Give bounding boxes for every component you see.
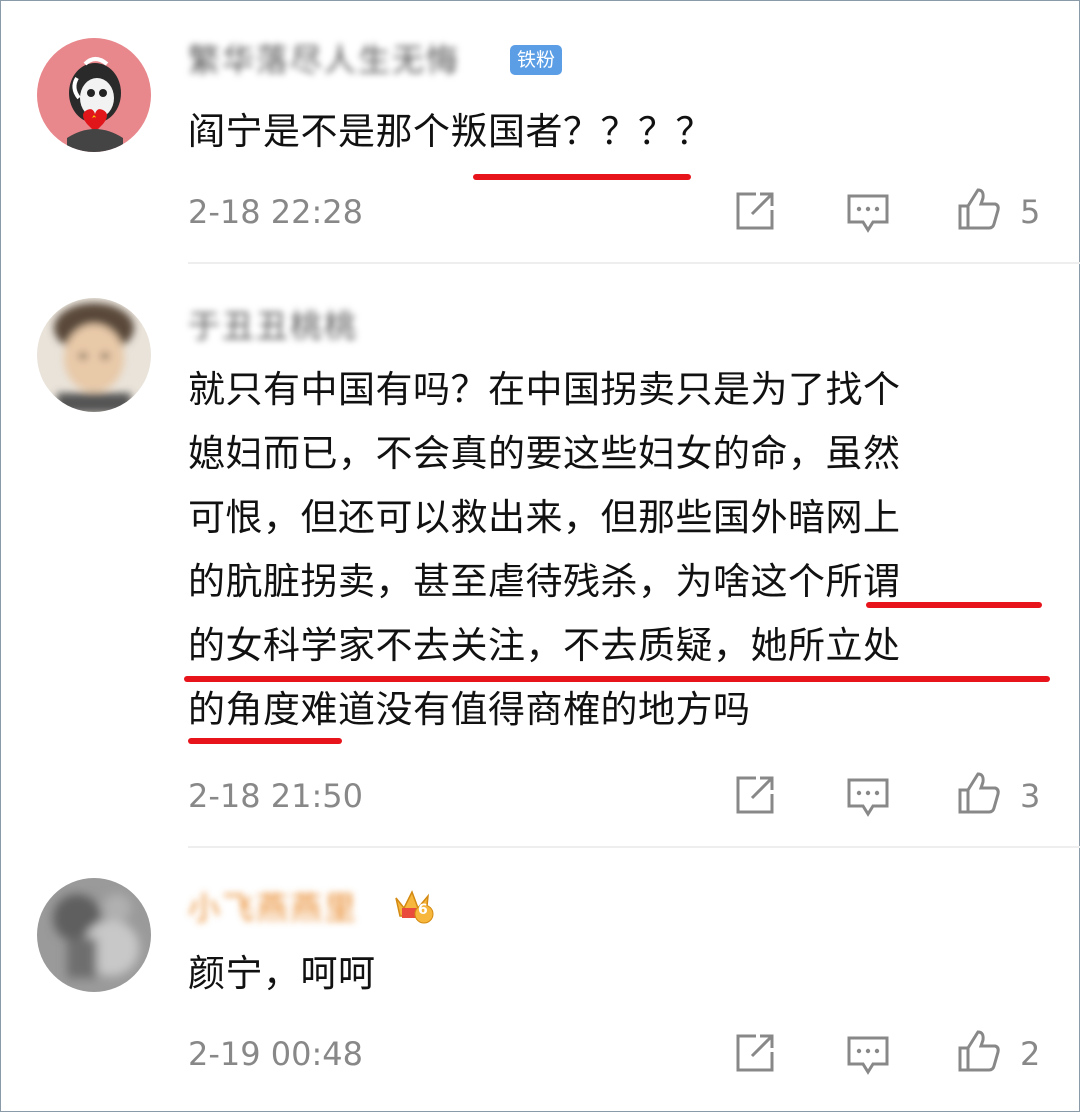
comment-line: 媳妇而已，不会真的要这些妇女的命，虽然 <box>188 432 901 475</box>
comment-line: 的角度难道没有值得商榷的地方吗 <box>188 688 751 731</box>
timestamp: 2-18 21:50 <box>188 777 364 815</box>
avatar[interactable] <box>37 38 151 152</box>
comment-divider <box>188 262 1080 264</box>
avatar[interactable] <box>37 878 151 992</box>
username[interactable]: 繁华落尽人生无悔 <box>188 40 460 80</box>
comment-line: 的女科学家不去关注，不去质疑，她所立处 <box>188 624 901 667</box>
timestamp: 2-19 00:48 <box>188 1035 364 1073</box>
highlight-underline <box>866 602 1042 608</box>
crown-badge-icon <box>395 890 434 924</box>
comment-line: 颜宁，呵呵 <box>188 952 376 995</box>
timestamp: 2-18 22:28 <box>188 193 364 231</box>
avatar[interactable] <box>37 298 151 412</box>
comment-line: 阎宁是不是那个叛国者？？？？ <box>188 110 713 153</box>
like-count: 2 <box>1020 1035 1041 1073</box>
like-count: 3 <box>1020 777 1041 815</box>
username[interactable]: 小飞燕燕里 <box>188 888 358 928</box>
comment-text: 阎宁是不是那个叛国者？？？？ <box>188 100 1048 164</box>
share-icon[interactable] <box>732 188 778 234</box>
username[interactable]: 于丑丑桃桃 <box>188 306 358 346</box>
crown-level: 6 <box>418 902 428 918</box>
like-count: 5 <box>1020 193 1041 231</box>
comment-divider <box>188 846 1080 848</box>
comment-icon[interactable] <box>845 774 891 820</box>
comment-icon[interactable] <box>845 190 891 236</box>
comment-icon[interactable] <box>845 1032 891 1078</box>
fan-badge: 铁粉 <box>510 45 563 75</box>
comment-line: 可恨，但还可以救出来，但那些国外暗网上 <box>188 496 901 539</box>
comment-text: 就只有中国有吗？在中国拐卖只是为了找个 媳妇而已，不会真的要这些妇女的命，虽然 … <box>188 358 1048 742</box>
comment-line: 就只有中国有吗？在中国拐卖只是为了找个 <box>188 368 901 411</box>
thumbs-up-icon[interactable] <box>956 770 1002 816</box>
highlight-underline <box>188 738 342 744</box>
share-icon[interactable] <box>732 772 778 818</box>
thumbs-up-icon[interactable] <box>956 1028 1002 1074</box>
highlight-underline <box>473 174 691 180</box>
share-icon[interactable] <box>732 1030 778 1076</box>
thumbs-up-icon[interactable] <box>956 186 1002 232</box>
comment-text: 颜宁，呵呵 <box>188 942 1048 1006</box>
highlight-underline <box>184 676 1050 682</box>
